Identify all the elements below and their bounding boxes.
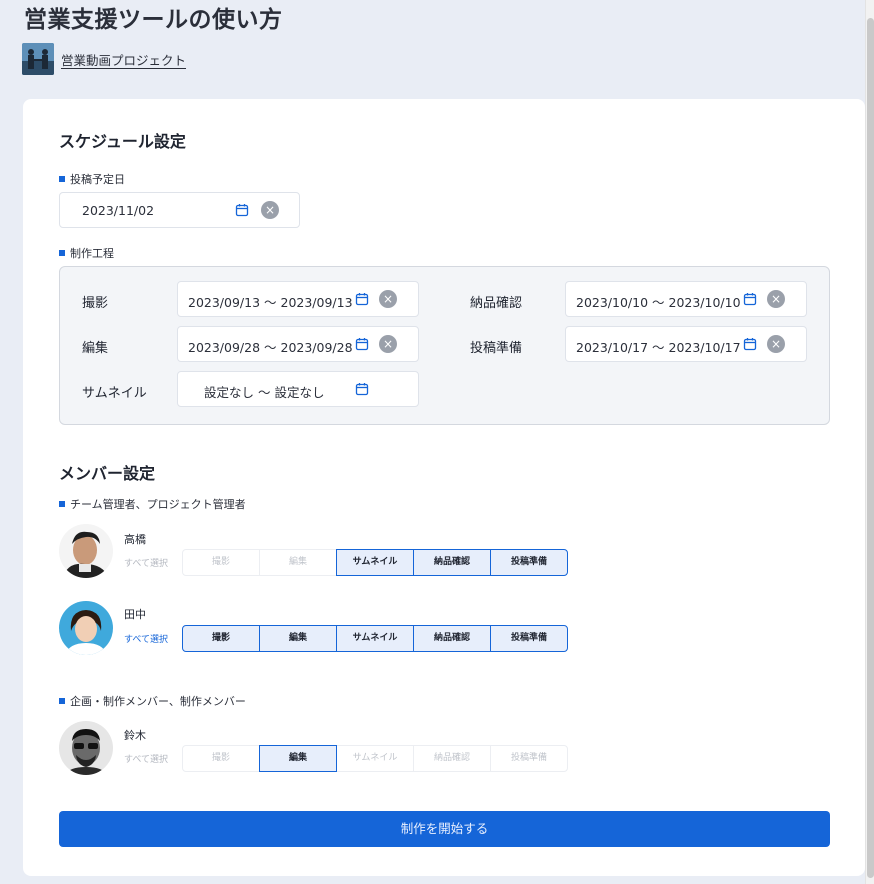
clear-icon[interactable]: × [767, 290, 785, 308]
process-range-shooting[interactable]: 2023/09/13 〜 2023/09/13 × [177, 281, 419, 317]
avatar [59, 601, 113, 655]
process-name-editing: 編集 [82, 341, 109, 356]
creators-label: 企画・制作メンバー、制作メンバー [59, 693, 246, 709]
post-date-field[interactable]: 2023/11/02 × [59, 192, 300, 228]
label-marker [59, 250, 65, 256]
range-text: 設定なし 〜 設定なし [204, 385, 325, 400]
task-toggle-group: 撮影 編集 サムネイル 納品確認 投稿準備 [182, 549, 568, 576]
clear-icon[interactable]: × [767, 335, 785, 353]
select-all-link[interactable]: すべて選択 [124, 556, 168, 569]
task-toggle-editing[interactable]: 編集 [259, 549, 337, 576]
task-toggle-shooting[interactable]: 撮影 [182, 549, 260, 576]
label-marker [59, 176, 65, 182]
task-toggle-editing[interactable]: 編集 [259, 745, 337, 772]
schedule-section-title: スケジュール設定 [59, 132, 186, 151]
clear-icon[interactable]: × [379, 290, 397, 308]
calendar-icon[interactable] [355, 292, 369, 306]
task-toggle-post-prep[interactable]: 投稿準備 [490, 745, 568, 772]
process-name-shooting: 撮影 [82, 296, 109, 311]
start-production-button[interactable]: 制作を開始する [59, 811, 830, 847]
task-toggle-shooting[interactable]: 撮影 [182, 745, 260, 772]
task-toggle-group: 撮影 編集 サムネイル 納品確認 投稿準備 [182, 625, 568, 652]
managers-label: チーム管理者、プロジェクト管理者 [59, 496, 246, 512]
task-toggle-delivery-check[interactable]: 納品確認 [413, 745, 491, 772]
task-toggle-post-prep[interactable]: 投稿準備 [490, 549, 568, 576]
process-box: 撮影 2023/09/13 〜 2023/09/13 × 編集 2023/09/… [59, 266, 830, 425]
task-toggle-delivery-check[interactable]: 納品確認 [413, 625, 491, 652]
task-toggle-shooting[interactable]: 撮影 [182, 625, 260, 652]
label-marker [59, 698, 65, 704]
member-name: 高橋 [124, 533, 146, 546]
member-name: 田中 [124, 608, 146, 621]
project-link-row[interactable]: 営業動画プロジェクト [22, 43, 186, 75]
process-range-delivery-check[interactable]: 2023/10/10 〜 2023/10/10 × [565, 281, 807, 317]
member-section-title: メンバー設定 [59, 464, 156, 483]
settings-card: スケジュール設定 投稿予定日 2023/11/02 × 制作工程 撮影 2023… [23, 99, 865, 876]
process-name-post-prep: 投稿準備 [470, 341, 523, 356]
task-toggle-group: 撮影 編集 サムネイル 納品確認 投稿準備 [182, 745, 568, 772]
clear-icon[interactable]: × [261, 201, 279, 219]
member-name: 鈴木 [124, 729, 146, 742]
task-toggle-thumbnail[interactable]: サムネイル [336, 549, 414, 576]
process-range-post-prep[interactable]: 2023/10/17 〜 2023/10/17 × [565, 326, 807, 362]
scrollbar-thumb[interactable] [867, 18, 874, 878]
range-text: 2023/10/10 〜 2023/10/10 [576, 295, 741, 310]
range-text: 2023/10/17 〜 2023/10/17 [576, 340, 741, 355]
process-name-thumbnail: サムネイル [82, 386, 147, 401]
task-toggle-editing[interactable]: 編集 [259, 625, 337, 652]
project-thumbnail [22, 43, 54, 75]
range-text: 2023/09/28 〜 2023/09/28 [188, 340, 353, 355]
task-toggle-post-prep[interactable]: 投稿準備 [490, 625, 568, 652]
calendar-icon[interactable] [235, 203, 249, 217]
select-all-link[interactable]: すべて選択 [124, 752, 168, 765]
page-title: 営業支援ツールの使い方 [24, 7, 283, 33]
post-date-label: 投稿予定日 [59, 171, 125, 187]
select-all-link[interactable]: すべて選択 [124, 632, 168, 645]
avatar [59, 524, 113, 578]
process-range-editing[interactable]: 2023/09/28 〜 2023/09/28 × [177, 326, 419, 362]
calendar-icon[interactable] [743, 292, 757, 306]
calendar-icon[interactable] [355, 337, 369, 351]
project-link[interactable]: 営業動画プロジェクト [61, 50, 186, 69]
task-toggle-thumbnail[interactable]: サムネイル [336, 745, 414, 772]
process-label: 制作工程 [59, 245, 114, 261]
task-toggle-delivery-check[interactable]: 納品確認 [413, 549, 491, 576]
process-name-delivery-check: 納品確認 [470, 296, 523, 311]
calendar-icon[interactable] [355, 382, 369, 396]
post-date-value: 2023/11/02 [82, 203, 155, 218]
process-range-thumbnail[interactable]: 設定なし 〜 設定なし [177, 371, 419, 407]
scrollbar[interactable] [865, 0, 874, 884]
clear-icon[interactable]: × [379, 335, 397, 353]
calendar-icon[interactable] [743, 337, 757, 351]
label-marker [59, 501, 65, 507]
task-toggle-thumbnail[interactable]: サムネイル [336, 625, 414, 652]
range-text: 2023/09/13 〜 2023/09/13 [188, 295, 353, 310]
avatar [59, 721, 113, 775]
